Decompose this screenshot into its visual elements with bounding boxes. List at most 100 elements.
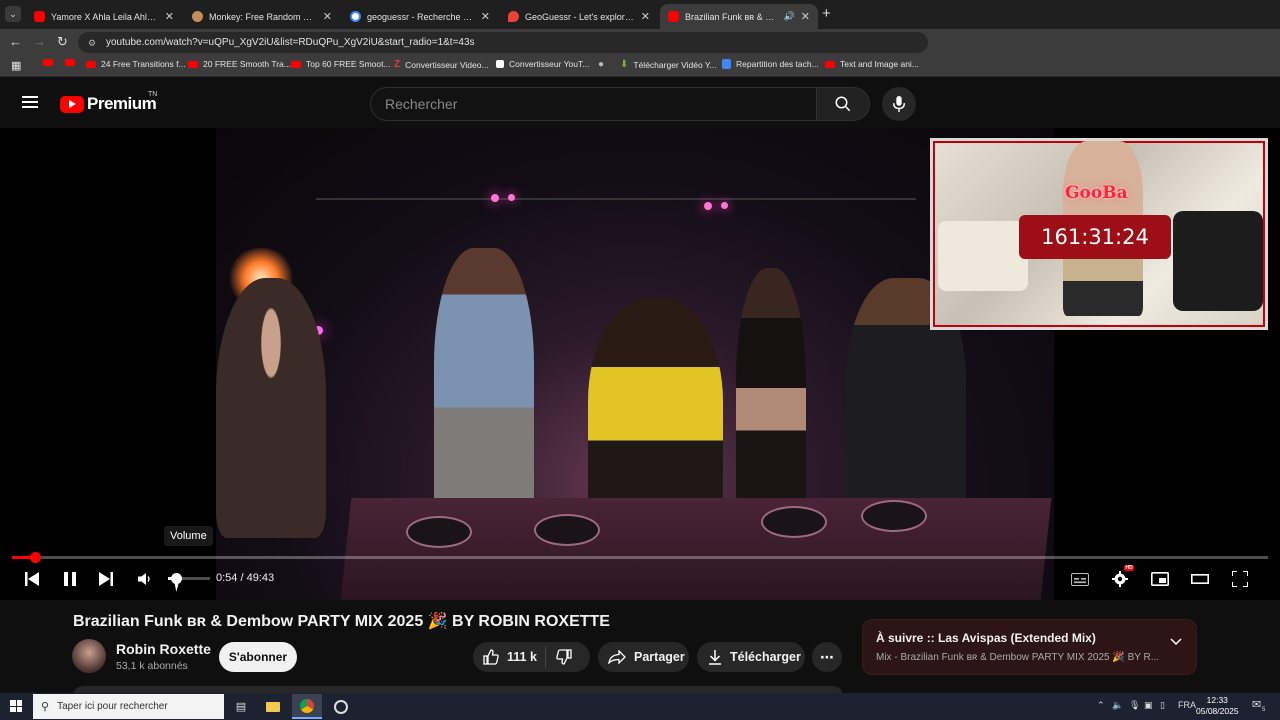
bookmark-transitions[interactable]: 24 Free Transitions f... [86, 59, 186, 69]
video-frame[interactable] [216, 128, 1054, 600]
search-icon [835, 96, 851, 112]
voice-search-button[interactable] [882, 87, 916, 121]
progress-scrubber[interactable] [29, 552, 41, 563]
next-button[interactable] [96, 571, 116, 587]
tab-yamore[interactable]: Yamore X Ahla Leila Ahla Nas (M ✕ [26, 4, 182, 29]
up-next-card[interactable]: À suivre :: Las Avispas (Extended Mix) M… [862, 619, 1197, 675]
stage-truss [316, 198, 916, 200]
fullscreen-button[interactable] [1230, 571, 1250, 587]
miniplayer-button[interactable] [1150, 571, 1170, 587]
more-actions-button[interactable]: ⋯ [812, 642, 842, 672]
video-player[interactable]: GooBa 161:31:24 Volume 0:54 / 49:43 HD [0, 128, 1280, 600]
bookmark-telecharger[interactable]: ⬇ Télécharger Vidéo Y... [620, 59, 717, 70]
search-input[interactable] [385, 96, 816, 112]
tray-microphone-icon[interactable]: 🎙 [1129, 700, 1140, 711]
progress-bar[interactable] [12, 556, 1268, 559]
forward-arrow-icon[interactable]: → [33, 34, 46, 49]
converter-bookmark-icon [496, 60, 504, 68]
tray-battery-icon[interactable]: ▯ [1160, 700, 1165, 711]
previous-button[interactable] [22, 571, 42, 587]
pause-button[interactable] [60, 571, 80, 587]
tab-close-icon[interactable]: ✕ [801, 10, 810, 23]
bookmark-convertisseur-video[interactable]: Z Convertisseur Video... [394, 59, 489, 70]
back-arrow-icon[interactable]: ← [9, 34, 22, 49]
tray-speaker-icon[interactable]: 🔈 [1112, 700, 1123, 711]
like-separator [544, 646, 546, 668]
settings-button[interactable]: HD [1110, 565, 1135, 587]
search-button[interactable] [816, 87, 870, 121]
menu-hamburger-icon[interactable] [22, 96, 38, 108]
download-icon [709, 649, 721, 665]
monkey-favicon-icon [192, 11, 203, 22]
bookmark-smooth-transitions[interactable]: 20 FREE Smooth Tra... [188, 59, 291, 69]
windows-taskbar: ⚲ Taper ici pour rechercher ▤ ⌃ 🔈 🎙 ▣ ▯ … [0, 693, 1280, 720]
site-info-icon[interactable]: ⚙ [88, 38, 98, 48]
turntable-deck [406, 516, 472, 548]
theater-mode-icon [1191, 574, 1209, 584]
stage-light [704, 202, 712, 210]
tab-close-icon[interactable]: ✕ [165, 10, 174, 23]
bookmark-repartition[interactable]: Repartition des tach... [722, 59, 819, 69]
up-next-title: À suivre :: Las Avispas (Extended Mix) [876, 631, 1096, 645]
taskbar-search-field[interactable]: ⚲ Taper ici pour rechercher [33, 694, 224, 719]
share-arrow-icon [608, 650, 626, 664]
task-view-icon[interactable]: ▤ [226, 694, 256, 719]
tab-close-icon[interactable]: ✕ [323, 10, 332, 23]
mute-button[interactable] [135, 571, 155, 587]
tab-google-search[interactable]: geoguessr - Recherche Google ✕ [342, 4, 498, 29]
channel-name[interactable]: Robin Roxette [116, 641, 211, 657]
tray-network-icon[interactable]: ▣ [1144, 700, 1153, 711]
subscribe-button[interactable]: S'abonner [219, 642, 297, 672]
tab-monkey[interactable]: Monkey: Free Random Video ✕ [184, 4, 340, 29]
chrome-icon[interactable] [292, 694, 322, 719]
docs-bookmark-icon [722, 59, 731, 69]
download-label: Télécharger [730, 650, 801, 664]
share-button[interactable]: Partager [598, 642, 689, 672]
tab-title: Brazilian Funk ʙʀ & Dembow P [685, 11, 780, 22]
bookmark-youtube-1[interactable] [43, 59, 58, 66]
bookmark-youtube-2[interactable] [65, 59, 80, 66]
youtube-premium-logo[interactable]: Premium TN [60, 91, 157, 114]
windows-start-icon[interactable] [10, 700, 22, 712]
tab-title: Yamore X Ahla Leila Ahla Nas (M [51, 11, 159, 22]
download-button[interactable]: Télécharger [697, 642, 805, 672]
like-button[interactable]: 111 k [473, 649, 537, 665]
tray-overflow-chevron-icon[interactable]: ⌃ [1097, 700, 1105, 711]
tab-close-icon[interactable]: ✕ [641, 10, 650, 23]
youtube-bookmark-icon [43, 59, 53, 66]
tab-geoguessr[interactable]: GeoGuessr - Let's explore the w ✕ [500, 4, 658, 29]
stage-light [508, 194, 515, 201]
obs-studio-icon[interactable] [326, 694, 356, 719]
tab-brazilian-funk[interactable]: Brazilian Funk ʙʀ & Dembow P 🔊 ✕ [660, 4, 818, 29]
youtube-play-logo-icon [60, 95, 84, 113]
new-tab-plus-icon[interactable]: + [822, 5, 831, 22]
bookmark-convertisseur-youtube[interactable]: Convertisseur YouT... [496, 59, 589, 69]
bookmark-top-60[interactable]: Top 60 FREE Smoot... [291, 59, 391, 69]
speaker-playing-icon[interactable]: 🔊 [784, 11, 795, 22]
file-explorer-icon[interactable] [258, 694, 288, 719]
language-indicator[interactable]: FRA [1178, 700, 1196, 710]
notification-center-icon[interactable]: ✉ [1252, 698, 1261, 711]
bookmark-text-image[interactable]: Text and Image ani... [825, 59, 919, 69]
volume-tooltip: Volume [164, 526, 213, 546]
turntable-deck [534, 514, 600, 546]
tab-search-chevron-icon[interactable]: ⌄ [5, 6, 21, 22]
url-field[interactable]: ⚙ youtube.com/watch?v=uQPu_XgV2iU&list=R… [78, 32, 928, 53]
pause-icon [64, 572, 76, 586]
chevron-down-icon[interactable] [1170, 638, 1182, 646]
google-favicon-icon [350, 11, 361, 22]
apps-grid-icon[interactable]: ▦ [11, 59, 21, 72]
streamer-name-label: GooBa [1065, 183, 1128, 203]
reload-icon[interactable]: ↻ [57, 34, 68, 50]
stage-light [721, 202, 728, 209]
thumbs-down-icon [556, 649, 572, 665]
miniplayer-icon [1151, 572, 1169, 586]
subtitles-button[interactable] [1070, 571, 1090, 587]
system-clock[interactable]: 12:33 05/08/2025 [1196, 695, 1239, 717]
dislike-button[interactable] [556, 649, 572, 665]
bookmark-label: Repartition des tach... [736, 59, 819, 69]
tab-close-icon[interactable]: ✕ [481, 10, 490, 23]
channel-avatar[interactable] [72, 639, 106, 673]
bookmark-globe[interactable]: ● [598, 59, 604, 70]
theater-mode-button[interactable] [1190, 571, 1210, 587]
